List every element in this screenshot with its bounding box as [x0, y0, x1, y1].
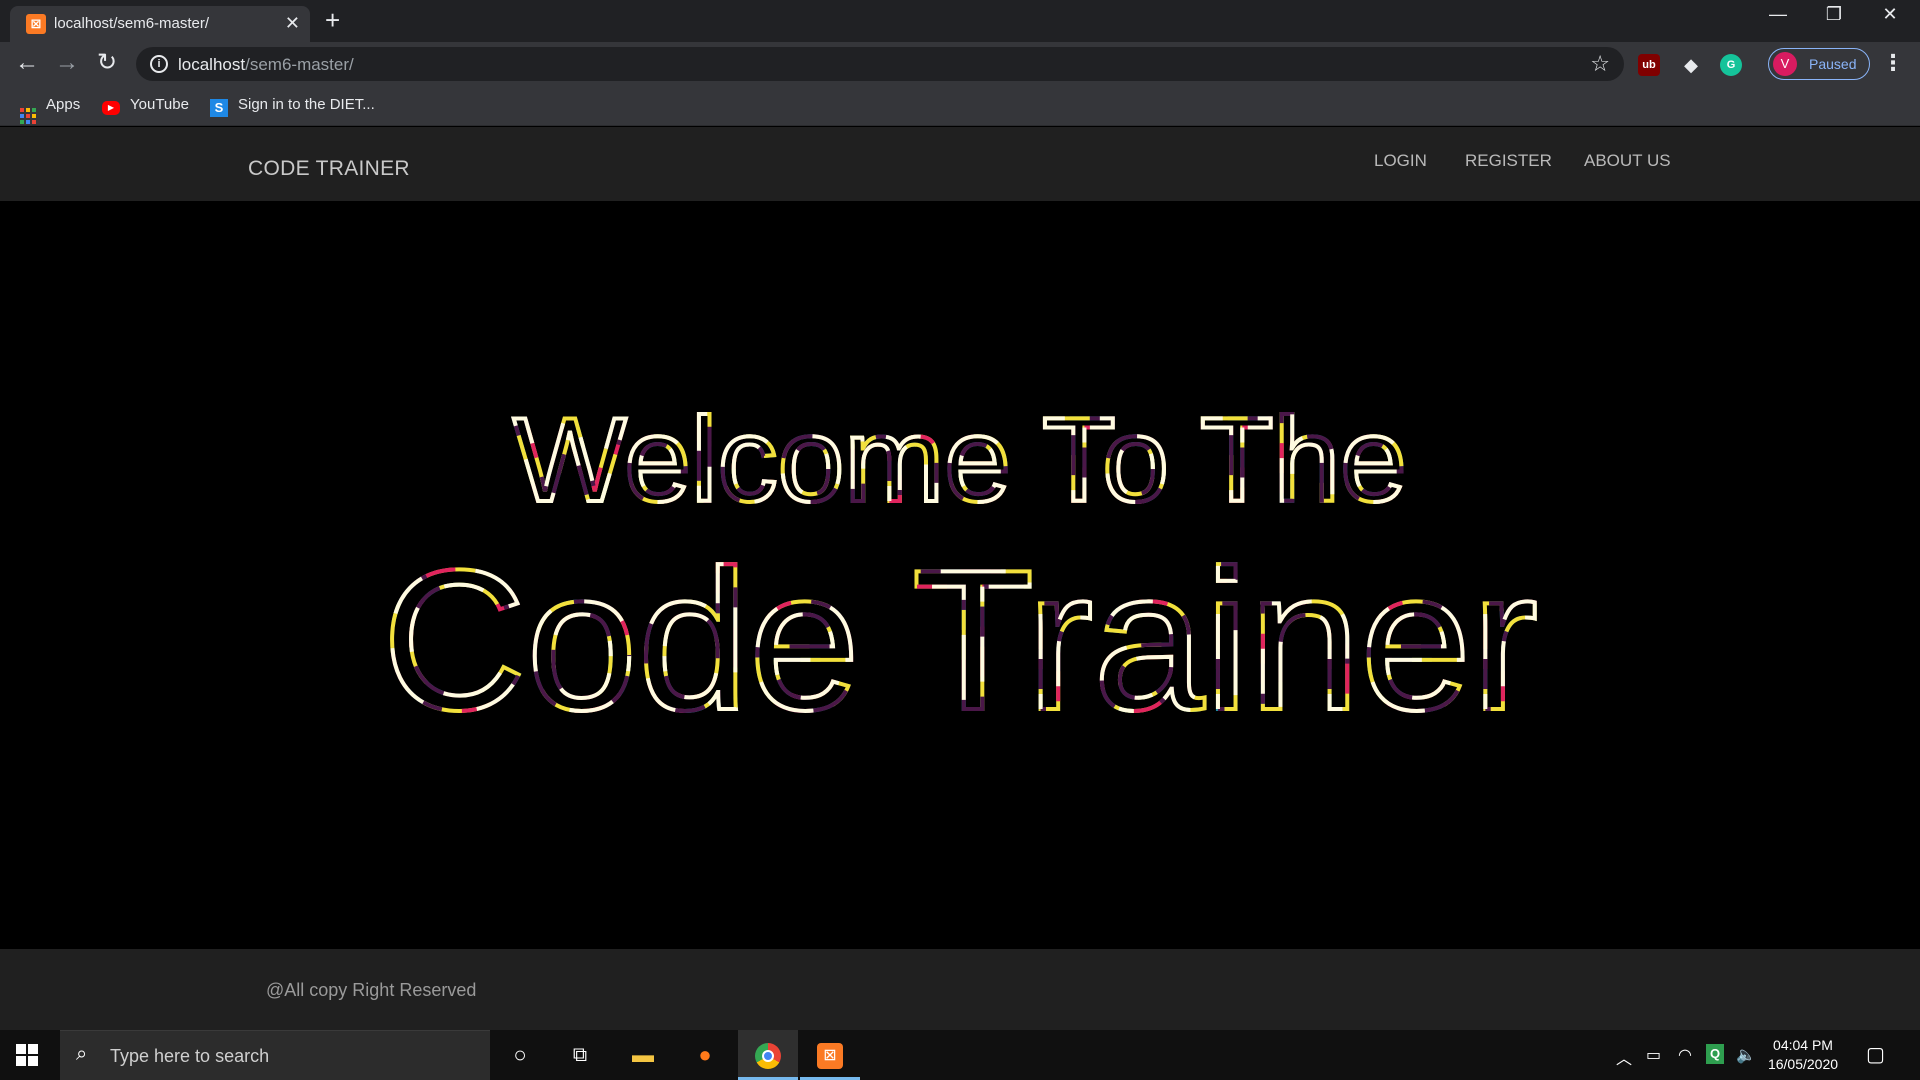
- avatar: V: [1773, 52, 1797, 76]
- forward-arrow-icon[interactable]: →: [52, 48, 82, 78]
- tray-chevron-up-icon[interactable]: ︿: [1616, 1045, 1632, 1069]
- battery-icon[interactable]: ▭: [1646, 1045, 1661, 1065]
- tab-title: localhost/sem6-master/: [54, 15, 210, 32]
- hero-line2-layer-cream: Code Trainer: [382, 529, 1538, 752]
- url-host: localhost: [178, 55, 246, 74]
- site-footer: @All copy Right Reserved: [0, 949, 1920, 1030]
- bookmark-label: YouTube: [130, 96, 189, 113]
- new-tab-button[interactable]: +: [325, 7, 340, 33]
- ublock-icon[interactable]: ub: [1638, 54, 1660, 76]
- bookmark-youtube[interactable]: ▶ YouTube: [102, 96, 189, 115]
- profile-status: Paused: [1809, 56, 1857, 72]
- url-text[interactable]: localhost/sem6-master/: [178, 55, 354, 75]
- hero-section: .ol { fill: none; stroke-width: 4; font-…: [0, 201, 1920, 949]
- xampp-favicon-icon: ⊠: [26, 14, 46, 34]
- hero-line1: Welcome To The Welcome To The Welcome To…: [511, 391, 1409, 529]
- restore-icon[interactable]: ❐: [1814, 4, 1854, 25]
- hero-outline-text: .ol { fill: none; stroke-width: 4; font-…: [380, 391, 1540, 754]
- profile-button[interactable]: V Paused: [1768, 48, 1870, 80]
- browser-toolbar: ← → ↻ i localhost/sem6-master/ ☆ ub ◆ G …: [0, 42, 1920, 86]
- tab-strip: ⊠ localhost/sem6-master/ ✕ + — ❐ ✕: [0, 0, 1920, 42]
- windows-taskbar: ⌕ Type here to search ○ ⧉ ▬ ● ⊠ ︿ ▭ ◠ Q …: [0, 1030, 1920, 1080]
- search-placeholder: Type here to search: [110, 1046, 270, 1066]
- minimize-icon[interactable]: —: [1758, 4, 1798, 25]
- nav-register-link[interactable]: REGISTER: [1465, 151, 1552, 171]
- close-window-icon[interactable]: ✕: [1870, 4, 1910, 25]
- xampp-logo: ⊠: [817, 1043, 843, 1070]
- site-navbar: CODE TRAINER LOGIN REGISTER ABOUT US: [0, 127, 1920, 201]
- site-info-icon[interactable]: i: [150, 55, 168, 73]
- close-tab-icon[interactable]: ✕: [285, 13, 300, 34]
- clock-time: 04:04 PM: [1773, 1037, 1833, 1053]
- s-logo-icon: S: [210, 99, 228, 117]
- shield-extension-icon[interactable]: ◆: [1680, 54, 1702, 76]
- footer-copyright: @All copy Right Reserved: [266, 980, 477, 1000]
- wifi-icon[interactable]: ◠: [1678, 1045, 1692, 1065]
- windows-start-icon[interactable]: [16, 1044, 38, 1066]
- browser-tab[interactable]: ⊠ localhost/sem6-master/ ✕: [10, 6, 310, 42]
- bookmark-diet[interactable]: S Sign in to the DIET...: [210, 96, 375, 117]
- xampp-icon[interactable]: ⊠: [800, 1030, 860, 1080]
- grammarly-icon[interactable]: G: [1720, 54, 1742, 76]
- q-app-tray-icon[interactable]: Q: [1706, 1044, 1724, 1064]
- site-brand[interactable]: CODE TRAINER: [248, 157, 410, 181]
- menu-kebab-icon[interactable]: ⋮: [1882, 50, 1904, 76]
- bookmark-star-icon[interactable]: ☆: [1590, 51, 1610, 77]
- taskbar-search-box[interactable]: ⌕ Type here to search: [60, 1030, 490, 1080]
- bookmark-label: Apps: [46, 96, 81, 113]
- reload-icon[interactable]: ↻: [92, 48, 122, 78]
- nav-login-link[interactable]: LOGIN: [1374, 151, 1427, 171]
- firefox-icon[interactable]: ●: [675, 1030, 735, 1080]
- bookmark-apps[interactable]: Apps: [20, 96, 80, 124]
- apps-grid-icon: [20, 108, 36, 124]
- chrome-icon[interactable]: [738, 1030, 798, 1080]
- bookmark-label: Sign in to the DIET...: [238, 96, 375, 113]
- back-arrow-icon[interactable]: ←: [12, 48, 42, 78]
- task-view-icon[interactable]: ⧉: [550, 1030, 610, 1080]
- chrome-logo: [755, 1043, 781, 1070]
- cortana-icon[interactable]: ○: [490, 1030, 550, 1080]
- nav-about-link[interactable]: ABOUT US: [1584, 151, 1671, 171]
- search-icon: ⌕: [76, 1043, 88, 1065]
- chrome-logo-center: [762, 1050, 774, 1063]
- volume-icon[interactable]: 🔈: [1736, 1045, 1756, 1065]
- hero-line2: Code Trainer Code Trainer Code Trainer C…: [380, 527, 1540, 754]
- web-page: CODE TRAINER LOGIN REGISTER ABOUT US .ol…: [0, 127, 1920, 1030]
- hero-line1-layer-cream: Welcome To The: [513, 393, 1407, 527]
- url-path: /sem6-master/: [245, 55, 354, 74]
- address-bar[interactable]: i localhost/sem6-master/ ☆: [136, 47, 1624, 81]
- clock-date: 16/05/2020: [1767, 1056, 1839, 1072]
- bookmarks-bar: Apps ▶ YouTube S Sign in to the DIET...: [0, 86, 1920, 126]
- file-explorer-icon[interactable]: ▬: [613, 1030, 673, 1080]
- notifications-icon[interactable]: ▢: [1866, 1042, 1885, 1067]
- youtube-icon: ▶: [102, 101, 120, 115]
- taskbar-clock[interactable]: 04:04 PM 16/05/2020: [1758, 1036, 1848, 1074]
